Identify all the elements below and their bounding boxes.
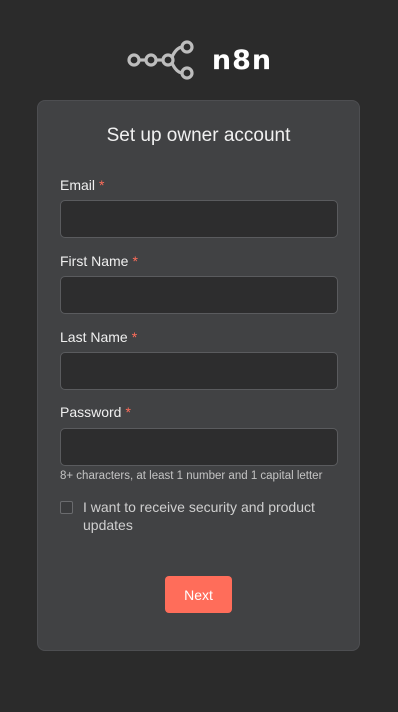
password-label: Password *	[60, 404, 131, 420]
email-field[interactable]	[60, 200, 338, 238]
brand-name: n8n	[211, 44, 273, 76]
password-hint: 8+ characters, at least 1 number and 1 c…	[60, 470, 323, 482]
brand-logo: n8n	[0, 38, 398, 82]
first-name-field[interactable]	[60, 276, 338, 314]
updates-checkbox[interactable]	[60, 501, 73, 514]
setup-page: n8n Set up owner account Email * First Na…	[0, 0, 398, 712]
required-marker: *	[132, 253, 138, 269]
required-marker: *	[99, 177, 105, 193]
required-marker: *	[125, 404, 131, 420]
required-marker: *	[131, 329, 138, 345]
password-label-text: Password	[60, 404, 122, 420]
first-name-label: First Name *	[60, 253, 138, 269]
last-name-field[interactable]	[60, 352, 338, 390]
page-title: Set up owner account	[106, 125, 291, 146]
n8n-logo-icon	[127, 40, 194, 80]
email-label: Email *	[60, 177, 104, 193]
setup-card: Set up owner account Email * First Name * …	[37, 100, 360, 651]
last-name-label: Last Name *	[60, 329, 137, 345]
password-field[interactable]	[60, 428, 338, 466]
updates-checkbox-row[interactable]: I want to receive security and product u…	[60, 498, 340, 534]
email-label-text: Email	[60, 177, 96, 193]
next-button[interactable]: Next	[165, 576, 232, 613]
first-name-label-text: First Name	[60, 253, 129, 269]
last-name-label-text: Last Name	[60, 329, 128, 345]
updates-checkbox-label[interactable]: I want to receive security and product u…	[83, 498, 340, 534]
